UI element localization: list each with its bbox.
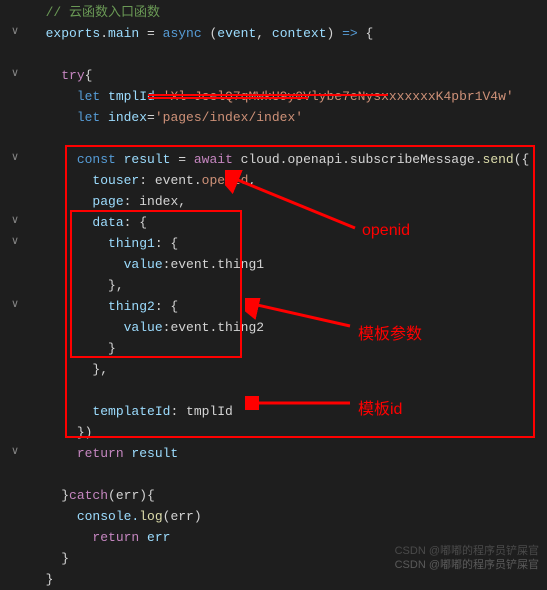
strikethrough-annotation [148,94,388,96]
punct: : { [155,236,178,251]
log-func: log [139,509,162,524]
close-brace: } [108,341,116,356]
annotation-template-id: 模板id [358,395,402,419]
punct: (err) [163,509,202,524]
close-brace: } [46,572,54,587]
index-var: index [100,110,147,125]
catch-keyword: catch [69,488,108,503]
value-key: value [124,257,163,272]
punct: (err){ [108,488,155,503]
touser-key: touser [92,173,139,188]
tmplid-var: tmplId [100,89,155,104]
punct: :event.thing2 [163,320,264,335]
annotation-template-params: 模板参数 [358,320,422,344]
punct: ({ [514,152,530,167]
data-key: data [92,215,123,230]
result-var: result [116,152,178,167]
result-var: result [124,446,179,461]
punct: : index, [124,194,186,209]
comment: // 云函数入口函数 [46,5,160,20]
punct: : { [124,215,147,230]
let-keyword: let [77,110,100,125]
code-editor[interactable]: // 云函数入口函数 exports.main = async (event, … [0,0,547,590]
value-key: value [124,320,163,335]
index-string: 'pages/index/index' [155,110,303,125]
annotation-openid: openid [362,222,410,240]
punct: : event. [139,173,201,188]
punct: , [248,173,256,188]
page-key: page [92,194,123,209]
await-keyword: await [194,152,233,167]
close-brace: } [61,551,69,566]
close-brace: }, [108,278,124,293]
const-keyword: const [77,152,116,167]
punct: :event.thing1 [163,257,264,272]
close-brace: } [61,488,69,503]
watermark: CSDN @嘟嘟的程序员铲屎官 [395,556,539,572]
let-keyword: let [77,89,100,104]
close-paren: }) [77,425,93,440]
api-call: cloud.openapi.subscribeMessage. [233,152,483,167]
templateid-key: templateId [92,404,170,419]
openid-prop: openId [202,173,249,188]
punct: = [178,152,194,167]
thing2-key: thing2 [108,299,155,314]
return-keyword: return [92,530,139,545]
punct: = [147,110,155,125]
send-func: send [483,152,514,167]
console-var: console. [77,509,139,524]
thing1-key: thing1 [108,236,155,251]
strikethrough-annotation [148,97,308,99]
punct: : tmplId [170,404,232,419]
return-keyword: return [77,446,124,461]
err-var: err [139,530,170,545]
punct: : { [155,299,178,314]
close-brace: }, [92,362,108,377]
